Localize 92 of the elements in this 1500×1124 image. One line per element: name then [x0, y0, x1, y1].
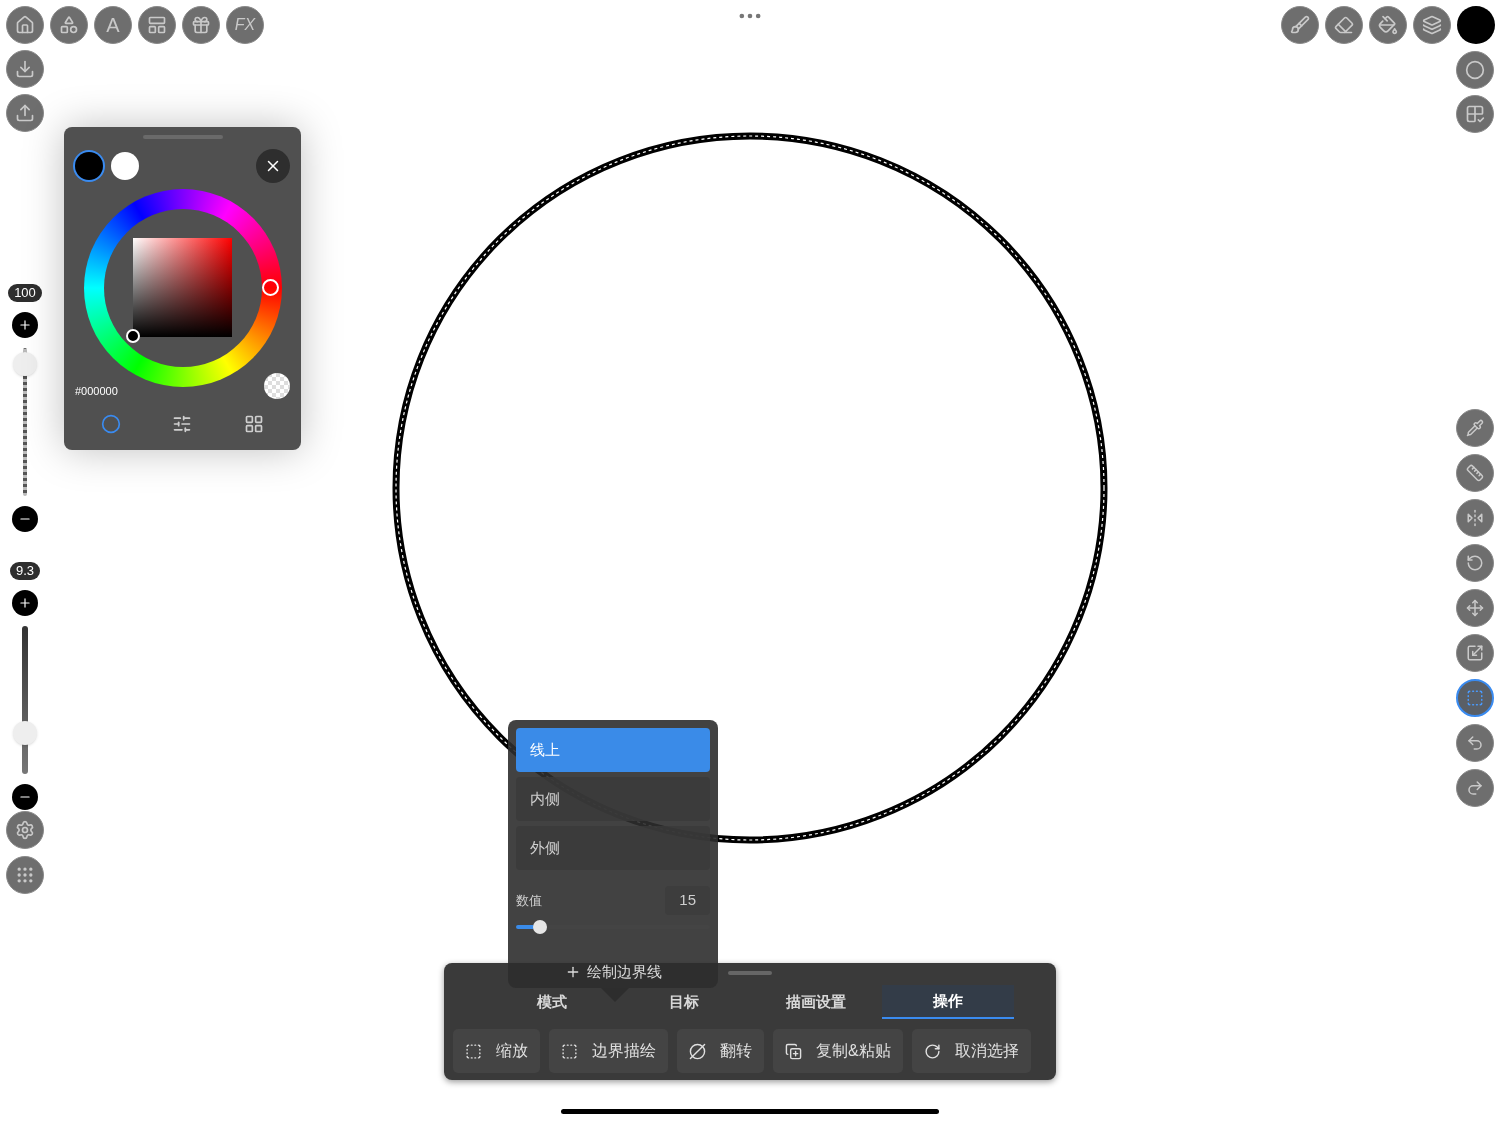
symmetry-icon	[1466, 509, 1484, 527]
stroke-option[interactable]: 内侧	[516, 777, 710, 821]
palette-tab[interactable]	[244, 413, 265, 434]
hex-value: #000000	[75, 384, 118, 399]
apps-icon	[15, 865, 35, 885]
settings-icon	[15, 820, 35, 840]
eraser-icon	[1334, 15, 1354, 35]
download-button[interactable]	[6, 50, 44, 88]
palette-icon	[244, 413, 265, 434]
panel-tab[interactable]: 描画设置	[750, 985, 882, 1019]
brush-slider-track[interactable]	[13, 626, 37, 774]
plus-icon	[18, 596, 32, 610]
action-button[interactable]: 边界描绘	[549, 1029, 668, 1073]
refresh-icon	[923, 1042, 941, 1060]
undo-button[interactable]	[1456, 724, 1494, 762]
gift-icon	[191, 15, 211, 35]
value-label: 数值	[516, 891, 542, 910]
dashed-square-icon	[561, 1042, 578, 1060]
color-swatch[interactable]	[111, 152, 139, 180]
move-button[interactable]	[1456, 589, 1494, 627]
dashed-square-icon	[465, 1042, 482, 1060]
rotate-icon	[1466, 554, 1484, 572]
download-icon	[15, 59, 35, 79]
symmetry-button[interactable]	[1456, 499, 1494, 537]
current-color-button[interactable]	[1457, 6, 1495, 44]
fill-icon	[1378, 15, 1398, 35]
sliders-tab[interactable]	[172, 413, 193, 434]
panel-tab[interactable]: 目标	[618, 985, 750, 1019]
drag-handle[interactable]	[728, 971, 772, 975]
transparency-icon[interactable]	[264, 373, 290, 400]
move-icon	[1466, 599, 1484, 617]
texture-button[interactable]	[1456, 95, 1494, 133]
blend-icon	[1465, 60, 1485, 80]
hue-handle[interactable]	[261, 279, 279, 296]
selection-icon	[1466, 689, 1484, 707]
shapes-icon	[59, 15, 79, 35]
selection-button[interactable]	[1456, 679, 1494, 717]
slider-thumb[interactable]	[13, 351, 37, 376]
saturation-square[interactable]	[132, 238, 232, 337]
decrease-button[interactable]	[12, 506, 38, 532]
blend-button[interactable]	[1456, 51, 1494, 89]
action-button[interactable]: 缩放	[453, 1029, 540, 1073]
apps-button[interactable]	[6, 856, 44, 894]
slider-reading: 9.3	[9, 562, 41, 580]
action-button[interactable]: 翻转	[677, 1029, 764, 1073]
redo-button[interactable]	[1456, 769, 1494, 807]
share-button[interactable]	[6, 94, 44, 132]
decrease-button[interactable]	[12, 784, 38, 810]
brush-button[interactable]	[1281, 6, 1319, 44]
slider-thumb[interactable]	[13, 721, 37, 746]
redo-icon	[1466, 779, 1484, 797]
settings-button[interactable]	[6, 811, 44, 849]
layout-icon	[147, 15, 167, 35]
action-button[interactable]: 取消选择	[911, 1029, 1031, 1073]
color-wheel-tab[interactable]	[100, 413, 121, 434]
sliders-icon	[172, 413, 193, 434]
fill-button[interactable]	[1369, 6, 1407, 44]
shapes-button[interactable]	[50, 6, 88, 44]
slider-reading: 100	[8, 284, 42, 302]
layers-button[interactable]	[1413, 6, 1451, 44]
home-button[interactable]	[6, 6, 44, 44]
color-swatch[interactable]	[75, 152, 103, 180]
close-button[interactable]	[256, 149, 290, 183]
eraser-button[interactable]	[1325, 6, 1363, 44]
copy-icon	[785, 1042, 802, 1060]
panel-tab[interactable]: 模式	[486, 985, 618, 1019]
increase-button[interactable]	[12, 590, 38, 616]
ruler-icon	[1466, 464, 1484, 482]
home-icon	[15, 15, 35, 35]
slider-thumb[interactable]	[533, 919, 548, 934]
texture-icon	[1465, 104, 1485, 124]
ruler-button[interactable]	[1456, 454, 1494, 492]
layers-icon	[1422, 15, 1442, 35]
gift-button[interactable]	[182, 6, 220, 44]
stroke-option[interactable]: 外侧	[516, 826, 710, 870]
plus-icon	[18, 318, 32, 332]
resize-button[interactable]	[1456, 634, 1494, 672]
brush-icon	[1290, 15, 1310, 35]
share-icon	[15, 103, 35, 123]
rotate-button[interactable]	[1456, 544, 1494, 582]
increase-button[interactable]	[12, 312, 38, 338]
panel-tab[interactable]: 操作	[882, 985, 1014, 1019]
layout-button[interactable]	[138, 6, 176, 44]
eyedropper-button[interactable]	[1456, 409, 1494, 447]
color-wheel-icon	[100, 413, 121, 434]
add-border-button[interactable]: 绘制边界线	[516, 960, 710, 983]
brush-slider-track[interactable]	[13, 348, 37, 496]
eyedropper-icon	[1466, 419, 1484, 437]
resize-icon	[1466, 644, 1484, 662]
undo-icon	[1466, 734, 1484, 752]
action-button[interactable]: 复制&粘贴	[773, 1029, 903, 1073]
value-field[interactable]: 15	[665, 886, 710, 915]
